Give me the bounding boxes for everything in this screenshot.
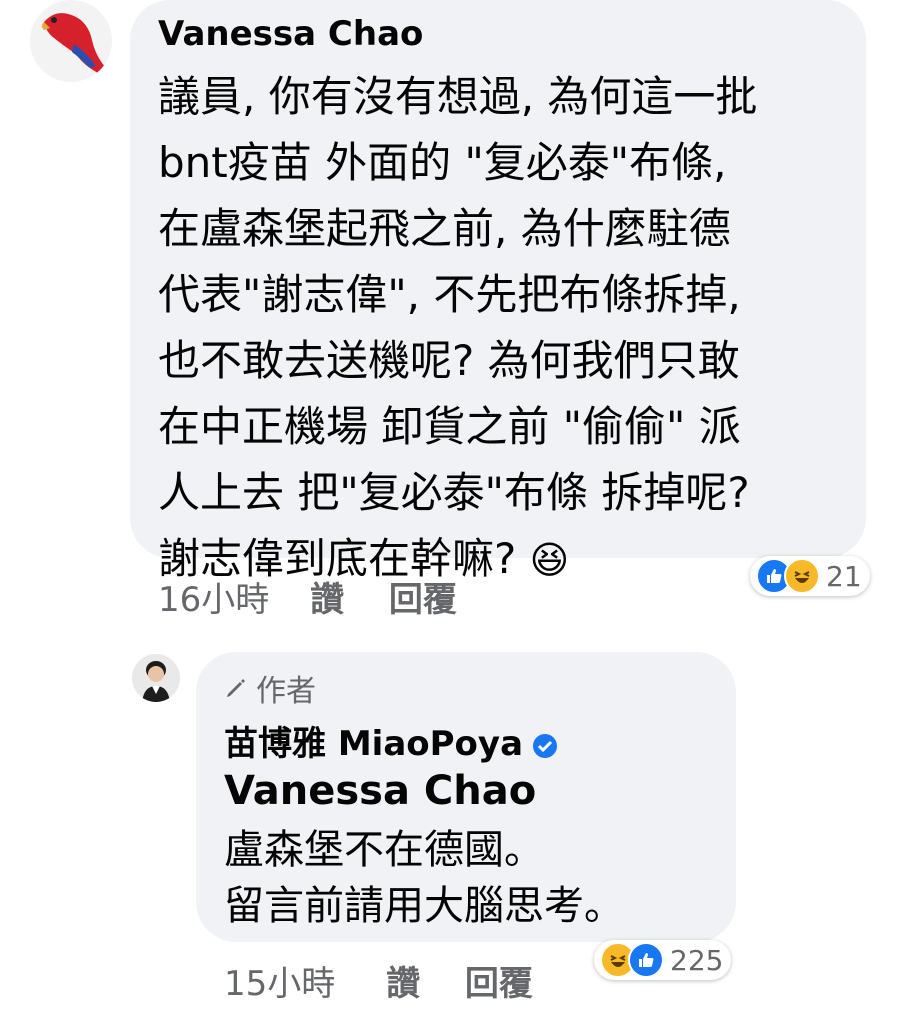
pencil-icon [227, 679, 245, 697]
reply-author-label: 苗博雅 MiaoPoya [224, 724, 524, 764]
reply-mention[interactable]: Vanessa Chao [224, 768, 536, 814]
haha-icon [784, 558, 820, 594]
avatar-vanessa-chao[interactable] [30, 0, 112, 82]
reply-reaction-count: 225 [670, 943, 724, 977]
reply-timestamp[interactable]: 15小時 [224, 956, 335, 1005]
comment-text-content: 議員, 你有沒有想過, 為何這一批 bnt疫苗 外面的 "复必泰"布條, 在盧森… [158, 72, 758, 583]
reply-reply-button[interactable]: 回覆 [465, 956, 533, 1005]
reaction-count: 21 [826, 559, 862, 593]
reply-reaction-summary[interactable]: 225 [594, 940, 732, 980]
comment-actions: 16小時 讚 回覆 [158, 572, 457, 621]
avatar-miaopoya[interactable] [132, 654, 180, 702]
comment-text: 議員, 你有沒有想過, 為何這一批 bnt疫苗 外面的 "复必泰"布條, 在盧森… [158, 64, 858, 593]
comment-timestamp[interactable]: 16小時 [158, 572, 269, 621]
author-badge-label: 作者 [256, 674, 316, 709]
like-icon [628, 942, 664, 978]
parrot-avatar-icon [30, 0, 112, 82]
person-avatar-icon [132, 654, 180, 702]
reply-text: 盧森堡不在德國。 留言前請用大腦思考。 [224, 827, 624, 929]
reaction-summary[interactable]: 21 [750, 556, 870, 596]
laughing-emoji-icon: 😆 [529, 538, 570, 582]
reply-actions: 15小時 讚 回覆 [224, 956, 533, 1005]
reply-author-name[interactable]: 苗博雅 MiaoPoya [224, 716, 559, 765]
comment-author-name[interactable]: Vanessa Chao [158, 14, 423, 54]
reply-like-button[interactable]: 讚 [386, 956, 420, 1005]
author-badge: 作者 [224, 666, 316, 710]
like-button[interactable]: 讚 [310, 572, 344, 621]
reply-button[interactable]: 回覆 [389, 572, 457, 621]
verified-badge-icon [531, 732, 559, 760]
